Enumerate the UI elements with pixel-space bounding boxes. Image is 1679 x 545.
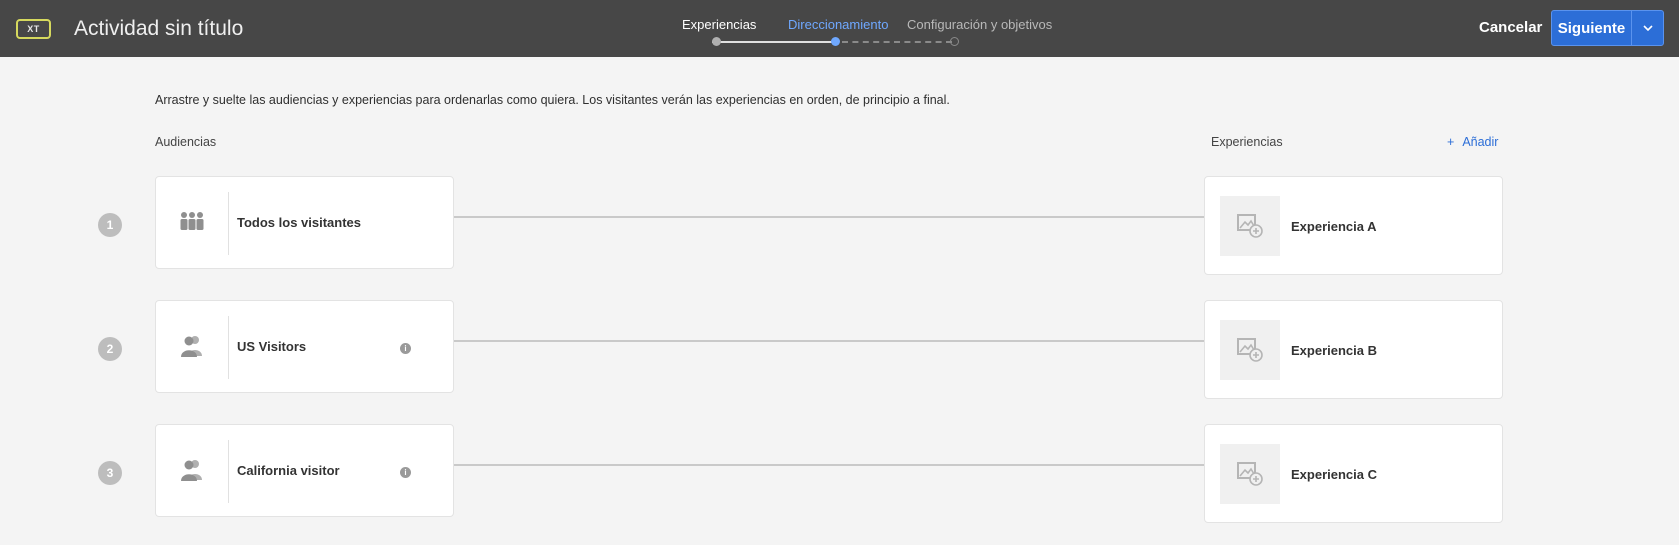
row-number: 2 <box>98 337 122 361</box>
audience-name: California visitor <box>237 463 340 478</box>
chevron-down-icon <box>1642 25 1653 31</box>
plus-icon: + <box>1447 135 1455 149</box>
experience-card[interactable]: Experiencia A <box>1204 176 1503 275</box>
audience-name: US Visitors <box>237 339 307 354</box>
experience-thumbnail[interactable] <box>1220 444 1280 504</box>
cancel-button[interactable]: Cancelar <box>1479 19 1542 36</box>
progress-line-pending <box>842 41 952 43</box>
experience-name: Experiencia A <box>1291 219 1377 234</box>
add-experience-link[interactable]: + Añadir <box>1447 135 1498 149</box>
add-image-icon <box>1237 338 1263 362</box>
audience-card[interactable]: US Visitors i <box>155 300 454 393</box>
card-divider <box>228 192 229 255</box>
progress-dot-step-3 <box>950 37 959 46</box>
progress-dot-step-2 <box>831 37 840 46</box>
experience-card[interactable]: Experiencia C <box>1204 424 1503 523</box>
next-options-button[interactable] <box>1631 11 1663 45</box>
audience-experience-connector <box>454 464 1204 466</box>
audience-experience-connector <box>454 216 1204 218</box>
next-button[interactable]: Siguiente <box>1552 11 1631 45</box>
row-number: 1 <box>98 213 122 237</box>
experience-thumbnail[interactable] <box>1220 196 1280 256</box>
users-icon <box>181 336 202 357</box>
next-button-group: Siguiente <box>1551 10 1664 46</box>
activity-title[interactable]: Actividad sin título <box>74 17 243 41</box>
card-divider <box>228 316 229 379</box>
progress-dot-step-1 <box>712 37 721 46</box>
experience-name: Experiencia B <box>1291 343 1377 358</box>
audience-experience-connector <box>454 340 1204 342</box>
add-image-icon <box>1237 214 1263 238</box>
row-number: 3 <box>98 461 122 485</box>
experience-name: Experiencia C <box>1291 467 1377 482</box>
audience-card[interactable]: Todos los visitantes <box>155 176 454 269</box>
activity-type-badge: XT <box>16 19 51 39</box>
experience-thumbnail[interactable] <box>1220 320 1280 380</box>
card-divider <box>228 440 229 503</box>
group-icon <box>180 212 204 230</box>
add-image-icon <box>1237 462 1263 486</box>
audience-name: Todos los visitantes <box>237 215 362 230</box>
step-progress-indicator <box>712 37 962 47</box>
info-icon[interactable]: i <box>400 343 411 354</box>
progress-line-completed <box>712 41 834 43</box>
experiences-column-label: Experiencias <box>1211 135 1283 149</box>
users-icon <box>181 460 202 481</box>
info-icon[interactable]: i <box>400 467 411 478</box>
step-targeting[interactable]: Direccionamiento <box>788 17 888 32</box>
top-header-bar: XT Actividad sin título Experiencias Dir… <box>0 0 1679 57</box>
audience-card[interactable]: California visitor i <box>155 424 454 517</box>
add-link-label: Añadir <box>1462 135 1499 149</box>
step-experiences[interactable]: Experiencias <box>682 17 756 32</box>
experience-card[interactable]: Experiencia B <box>1204 300 1503 399</box>
audiences-column-label: Audiencias <box>155 135 217 149</box>
step-settings-goals[interactable]: Configuración y objetivos <box>907 17 1052 32</box>
instructions-text: Arrastre y suelte las audiencias y exper… <box>155 93 950 107</box>
